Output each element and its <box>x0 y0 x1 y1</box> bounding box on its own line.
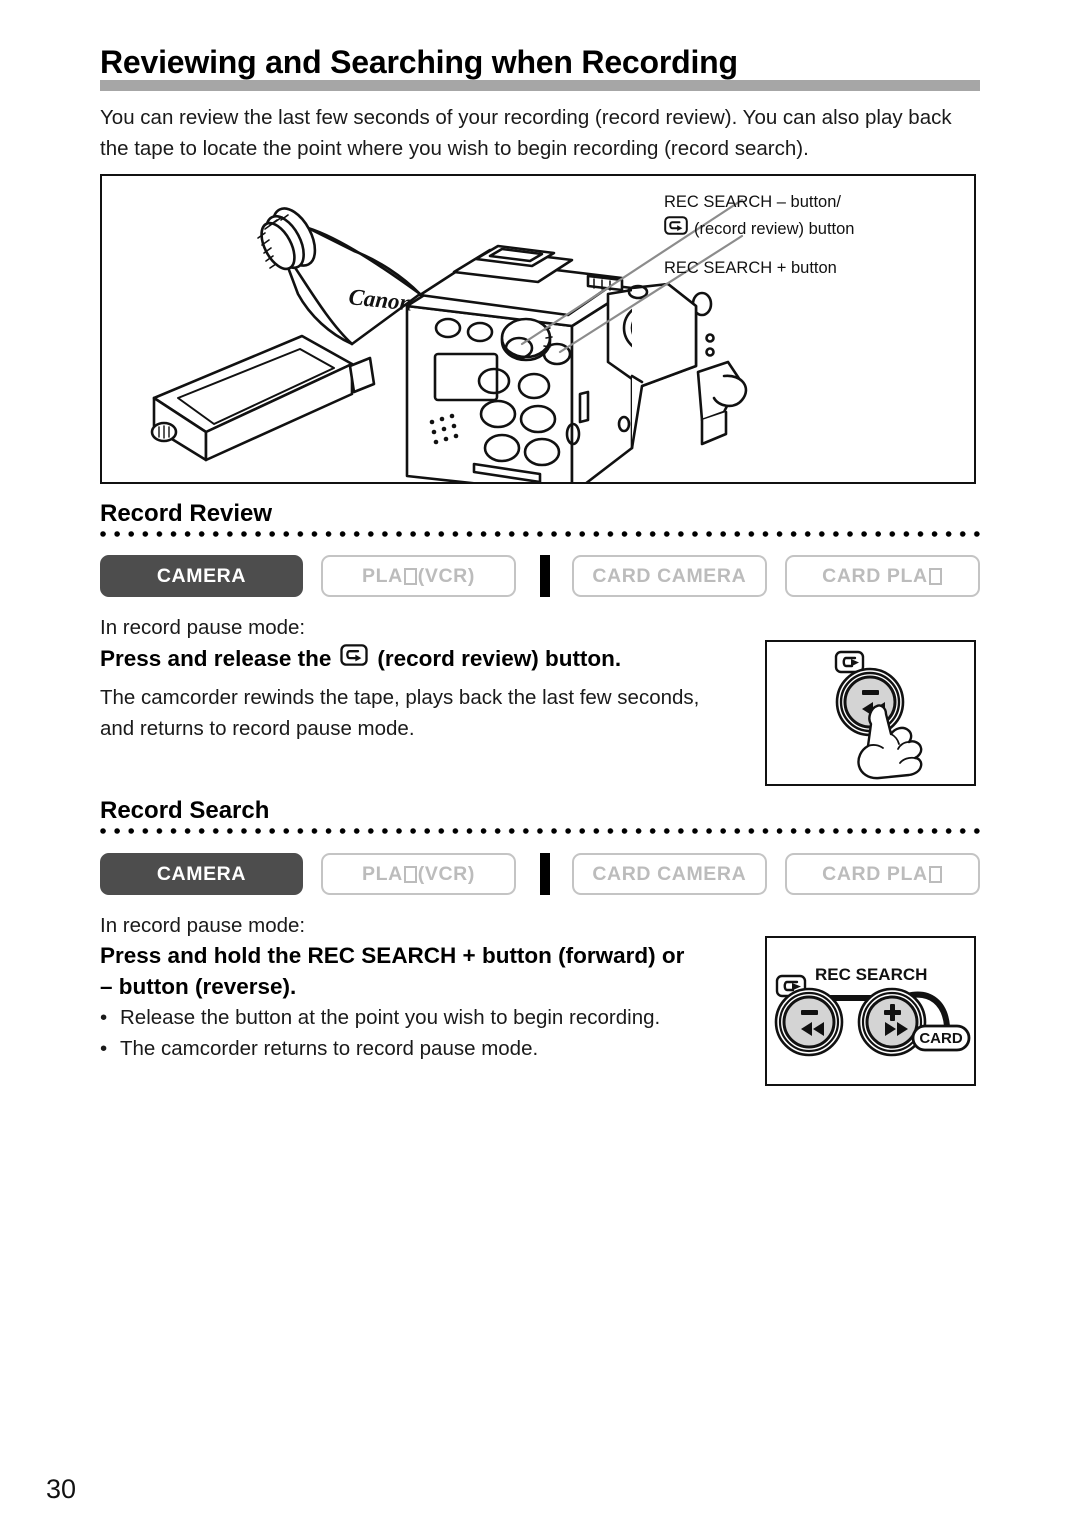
mode-badge-play-prefix: PLA <box>361 564 403 587</box>
record-search-step-line-1: Press and hold the REC SEARCH + button (… <box>100 943 685 968</box>
rec-search-minus-button <box>774 987 844 1057</box>
bullet-dot: • <box>100 1037 108 1060</box>
missing-glyph-box-icon <box>403 865 417 883</box>
manual-page: Reviewing and Searching when Recording Y… <box>0 0 1080 1534</box>
bullet-text: The camcorder returns to record pause mo… <box>120 1037 539 1060</box>
mode-badge-card-play-prefix: CARD PLA <box>822 564 928 587</box>
record-review-illustration-frame <box>765 640 976 786</box>
mode-badge-play-prefix: PLA <box>361 862 403 885</box>
step-text-after-icon: (record review) button. <box>377 646 622 671</box>
missing-glyph-box-icon <box>928 567 942 585</box>
section-divider-dots-1 <box>100 531 980 539</box>
record-search-condition: In record pause mode: <box>100 914 306 937</box>
mode-badge-card-camera[interactable]: CARD CAMERA <box>571 853 767 895</box>
list-item: • The camcorder returns to record pause … <box>100 1033 762 1064</box>
card-label-badge: CARD <box>911 1024 971 1052</box>
mode-badge-card-camera[interactable]: CARD CAMERA <box>571 555 767 597</box>
section-heading-record-review: Record Review <box>100 500 273 527</box>
rec-search-illustration-frame: REC SEARCH CARD <box>765 936 976 1086</box>
mode-badge-camera[interactable]: CAMERA <box>100 853 303 895</box>
callout-line-1: REC SEARCH – button/ <box>664 193 841 211</box>
mode-badge-card-play[interactable]: CARD PLA <box>784 555 980 597</box>
record-review-glyph-icon <box>340 643 369 674</box>
record-review-glyph-icon <box>664 216 688 242</box>
record-search-bullets: • Release the button at the point you wi… <box>100 1002 762 1064</box>
callout-line-2: (record review) button <box>694 220 855 238</box>
section-divider-dots-2 <box>100 828 980 836</box>
page-title-block: Reviewing and Searching when Recording <box>100 42 980 94</box>
rec-search-buttons-illustration: REC SEARCH CARD <box>774 965 971 1057</box>
svg-text:CARD: CARD <box>919 1030 962 1047</box>
bullet-dot: • <box>100 1006 108 1029</box>
record-search-step-line-2: – button (reverse). <box>100 974 297 999</box>
record-review-button-illustration <box>834 650 923 780</box>
mode-badge-play-suffix: (VCR) <box>417 862 475 885</box>
callout-rec-search-minus: REC SEARCH – button/ (record review) but… <box>664 190 854 242</box>
mode-group-separator <box>540 555 550 597</box>
missing-glyph-box-icon <box>928 865 942 883</box>
mode-badge-camera[interactable]: CAMERA <box>100 555 303 597</box>
step-text-before-icon: Press and release the <box>100 646 332 671</box>
mode-badge-play-vcr[interactable]: PLA (VCR) <box>320 555 517 597</box>
mode-badge-row-record-search: CAMERA PLA (VCR) CARD CAMERA CARD PLA <box>100 852 980 896</box>
record-review-condition: In record pause mode: <box>100 616 306 639</box>
mode-group-separator <box>540 853 550 895</box>
record-review-step-heading: Press and release the (record review) bu… <box>100 643 621 674</box>
bullet-text: Release the button at the point you wish… <box>120 1006 661 1029</box>
mode-badge-card-play[interactable]: CARD PLA <box>784 853 980 895</box>
missing-glyph-box-icon <box>403 567 417 585</box>
record-review-body-line-2: and returns to record pause mode. <box>100 717 415 740</box>
mode-badge-card-play-prefix: CARD PLA <box>822 862 928 885</box>
mode-badge-row-record-review: CAMERA PLA (VCR) CARD CAMERA CARD PLA <box>100 554 980 598</box>
intro-paragraph: You can review the last few seconds of y… <box>100 106 952 160</box>
section-heading-record-search: Record Search <box>100 797 270 824</box>
rec-search-label: REC SEARCH <box>815 965 927 984</box>
mode-badge-play-vcr[interactable]: PLA (VCR) <box>320 853 517 895</box>
list-item: • Release the button at the point you wi… <box>100 1002 762 1033</box>
mode-badge-play-suffix: (VCR) <box>417 564 475 587</box>
page-number: 30 <box>46 1474 77 1504</box>
page-title: Reviewing and Searching when Recording <box>100 44 738 80</box>
record-review-body-line-1: The camcorder rewinds the tape, plays ba… <box>100 686 700 709</box>
callout-line-1: REC SEARCH + button <box>664 259 837 277</box>
callout-rec-search-plus: REC SEARCH + button <box>664 256 837 280</box>
record-review-glyph-icon <box>834 650 865 674</box>
